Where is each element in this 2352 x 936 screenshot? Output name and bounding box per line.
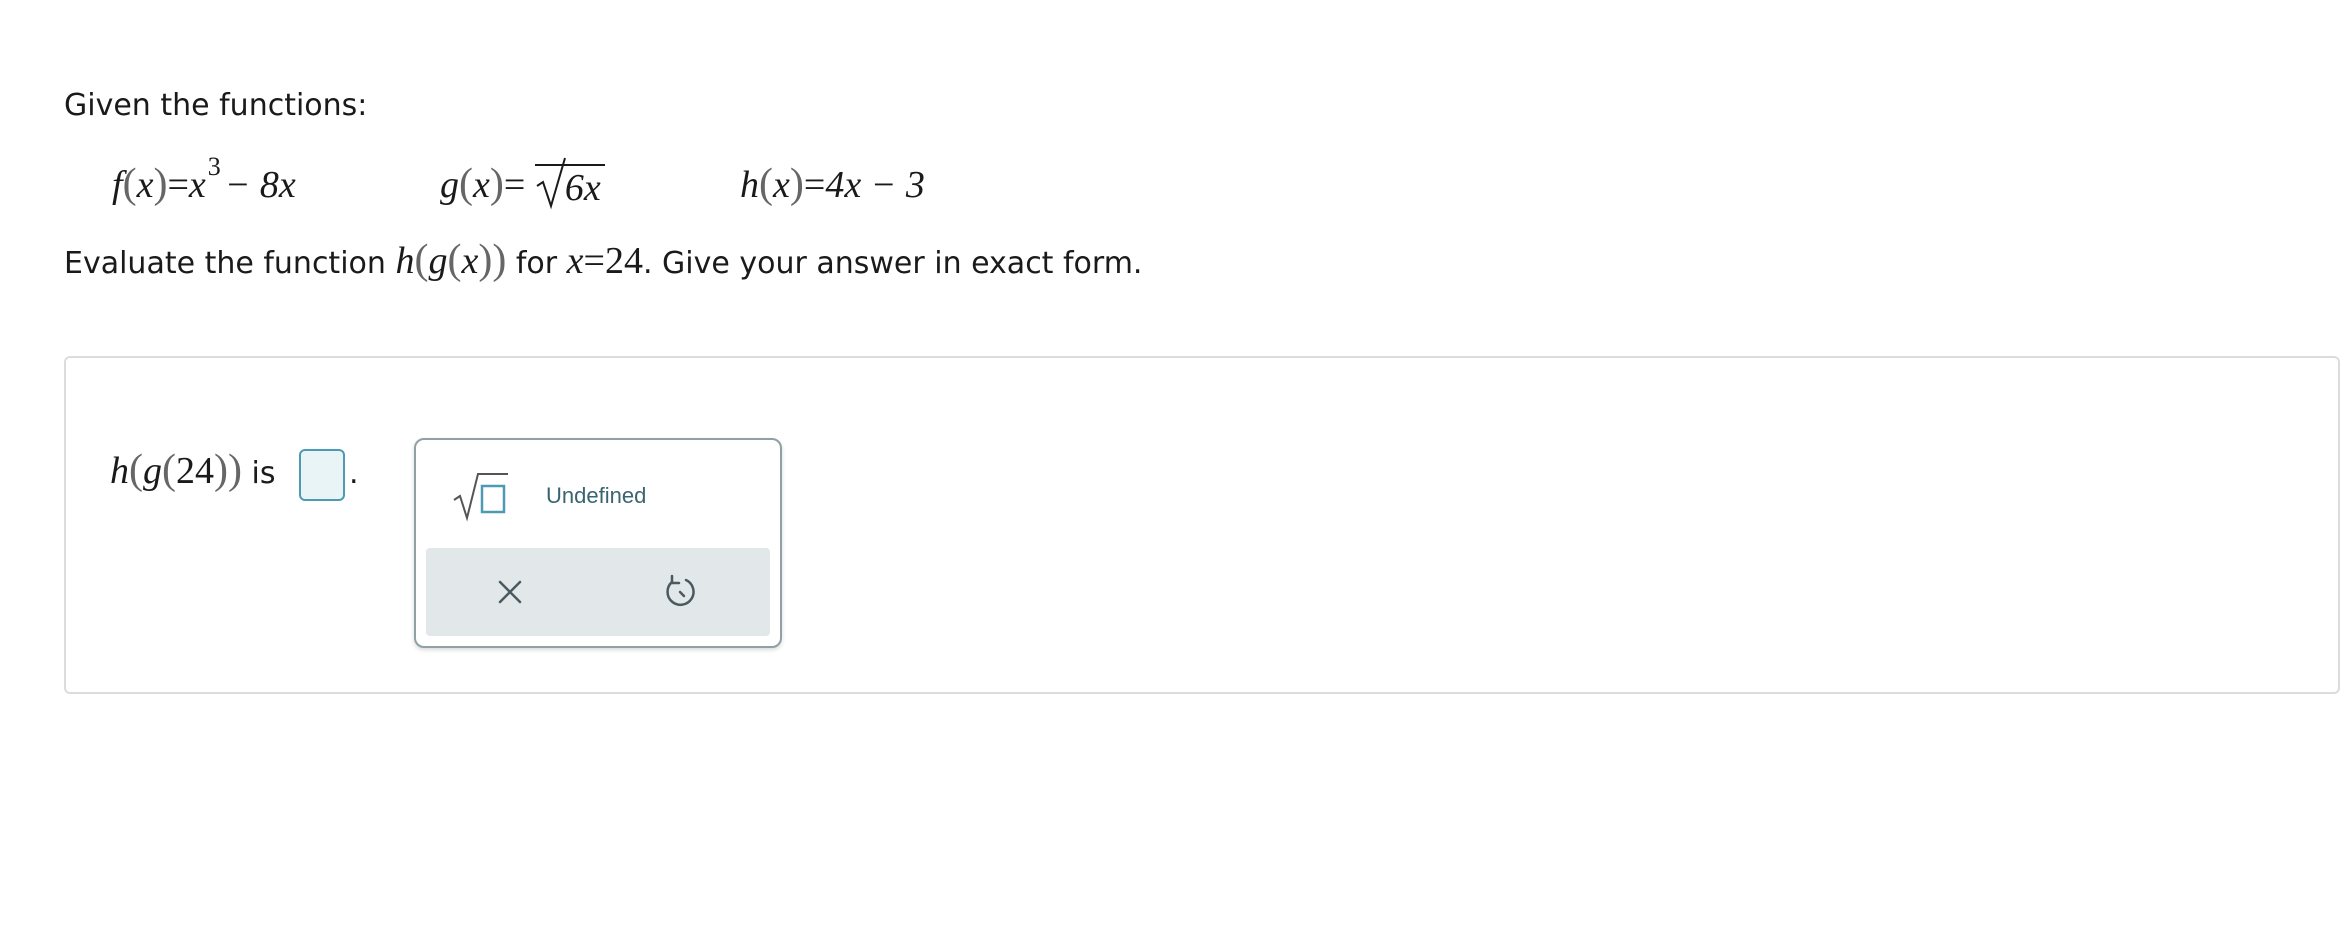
question-eq-var: x (566, 240, 584, 282)
square-root: 6x (534, 156, 605, 220)
func-g-name: g (440, 164, 459, 206)
question-outer-func: h (395, 240, 415, 282)
math-palette: Undefined (414, 438, 782, 648)
func-f-var: x (136, 164, 154, 206)
func-g-var: x (473, 164, 490, 206)
intro-text: Given the functions: (64, 88, 368, 123)
question-expression: h(g(x)) (395, 237, 507, 283)
square-root-template-icon (453, 473, 508, 522)
function-h: h(x)=4x − 3 (740, 152, 925, 217)
paren-close: ) (492, 237, 507, 283)
func-h-var: x (773, 164, 790, 206)
paren-open: ( (414, 237, 429, 283)
question-inner-func: g (428, 240, 448, 282)
paren-open: ( (459, 161, 473, 207)
answer-period: . (349, 456, 359, 491)
paren-close: ) (789, 161, 804, 207)
func-h-equals: = (803, 164, 826, 206)
answer-input-box[interactable] (299, 448, 346, 501)
paren-open: ( (122, 161, 137, 207)
function-f: f(x)=x3− 8x (112, 152, 296, 221)
question-suffix: . Give your answer in exact form. (642, 246, 1143, 281)
func-f-equals: = (167, 164, 189, 206)
func-f-base: x (188, 164, 206, 206)
func-h-rhs: 4x − 3 (825, 164, 925, 206)
func-f-name: f (112, 164, 123, 206)
x-icon (498, 580, 522, 604)
paren-open: ( (759, 161, 773, 207)
answer-inner-func: g (143, 450, 162, 492)
paren-open: ( (162, 447, 176, 493)
answer-arg: 24 (176, 450, 214, 492)
question-condition: x=24 (567, 240, 643, 282)
question-eq-sign: = (583, 240, 605, 282)
paren-close: ) (228, 447, 242, 493)
reset-button[interactable] (656, 568, 704, 616)
func-g-equals: = (503, 164, 526, 206)
paren-close: ) (214, 447, 228, 493)
radical-sign-icon (536, 158, 566, 210)
undefined-button[interactable]: Undefined (546, 476, 646, 516)
function-g: g(x)= 6x (440, 152, 605, 220)
answer-line: h(g(24)) is . (110, 440, 359, 504)
clear-button[interactable] (486, 568, 534, 616)
question-eq-value: 24 (604, 240, 643, 282)
paren-close: ) (478, 237, 493, 283)
undo-icon (666, 574, 695, 607)
question-middle: for (506, 246, 567, 281)
paren-open: ( (447, 237, 462, 283)
paren-close: ) (153, 161, 168, 207)
question-text: Evaluate the function h(g(x)) for x=24. … (64, 236, 1142, 288)
paren-open: ( (129, 447, 143, 493)
question-prefix: Evaluate the function (64, 246, 396, 281)
answer-expression: h(g(24)) (110, 447, 242, 493)
paren-close: ) (489, 161, 504, 207)
func-h-name: h (740, 164, 759, 206)
answer-is-text: is (242, 456, 286, 491)
sqrt-template-button[interactable] (452, 470, 512, 522)
func-f-rest: − 8x (224, 164, 296, 206)
answer-outer-func: h (110, 450, 129, 492)
answer-panel (64, 356, 2340, 694)
func-f-exponent: 3 (207, 152, 221, 181)
question-var: x (461, 240, 479, 282)
palette-actions (426, 548, 770, 636)
